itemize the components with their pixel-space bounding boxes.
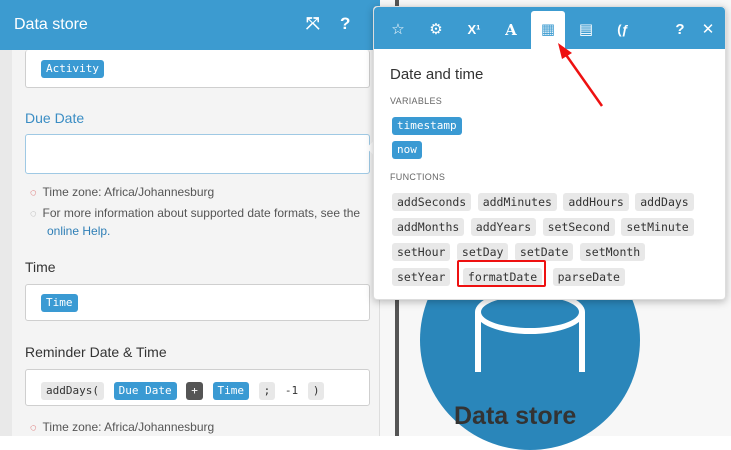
due-date-label: Due Date bbox=[25, 110, 85, 126]
time-label: Time bbox=[25, 259, 56, 275]
reminder-formula: addDays( Due Date + Time ; -1 ) bbox=[41, 379, 325, 400]
formula-plus-operator[interactable]: + bbox=[186, 382, 203, 400]
star-icon[interactable]: ☆ bbox=[381, 11, 415, 49]
due-date-input[interactable] bbox=[25, 134, 370, 174]
function-item[interactable]: addYears bbox=[470, 218, 537, 236]
formula-function-pill[interactable]: addDays( bbox=[41, 382, 104, 400]
function-item[interactable]: setDay bbox=[456, 243, 509, 261]
formula-time-pill[interactable]: Time bbox=[212, 382, 250, 400]
info-note: ◌ For more information about supported da… bbox=[30, 205, 375, 240]
functions-label: FUNCTIONS bbox=[390, 172, 446, 182]
function-icon[interactable]: (ƒ bbox=[606, 11, 640, 49]
functions-list: addSeconds addMinutes addHours addDays a… bbox=[392, 193, 717, 293]
function-item[interactable]: parseDate bbox=[552, 268, 625, 286]
panel-header: Data store ⤧ ? bbox=[0, 0, 380, 50]
reminder-field[interactable]: addDays( Due Date + Time ; -1 ) bbox=[25, 369, 370, 406]
time-pill[interactable]: Time bbox=[41, 294, 78, 312]
formula-close-paren[interactable]: ) bbox=[307, 382, 325, 400]
variable-timestamp[interactable]: timestamp bbox=[392, 117, 462, 135]
close-icon[interactable]: ✕ bbox=[691, 11, 725, 49]
function-item[interactable]: addMonths bbox=[392, 218, 465, 236]
function-item[interactable]: setHour bbox=[392, 243, 451, 261]
popup-title: Date and time bbox=[390, 66, 484, 83]
function-item[interactable]: addMinutes bbox=[477, 193, 557, 211]
expand-icon[interactable]: ⤧ bbox=[306, 14, 320, 34]
clock-icon: ◌ bbox=[30, 422, 37, 434]
function-item[interactable]: setMonth bbox=[579, 243, 646, 261]
function-item[interactable]: addSeconds bbox=[392, 193, 472, 211]
timezone-text: Time zone: Africa/Johannesburg bbox=[42, 185, 215, 199]
formula-due-date-pill[interactable]: Due Date bbox=[113, 382, 177, 400]
timezone-note: ◌ Time zone: Africa/Johannesburg bbox=[30, 185, 214, 199]
function-item[interactable]: addDays bbox=[635, 193, 694, 211]
online-help-link[interactable]: online Help. bbox=[47, 224, 110, 238]
info-icon: ◌ bbox=[30, 208, 37, 220]
module-label: Data store bbox=[454, 402, 577, 430]
text-icon[interactable]: A bbox=[494, 11, 528, 49]
time-field[interactable]: Time bbox=[25, 284, 370, 321]
formula-separator[interactable]: ; bbox=[258, 382, 276, 400]
variables-label: VARIABLES bbox=[390, 96, 443, 106]
function-item[interactable]: setDate bbox=[514, 243, 574, 261]
clock-icon: ◌ bbox=[30, 187, 37, 199]
function-item[interactable]: setMinute bbox=[621, 218, 694, 236]
timezone-note-2: ◌ Time zone: Africa/Johannesburg bbox=[30, 420, 214, 434]
reminder-label: Reminder Date & Time bbox=[25, 344, 167, 360]
help-icon[interactable]: ? bbox=[340, 14, 350, 34]
variable-now[interactable]: now bbox=[392, 141, 422, 159]
activity-pill[interactable]: Activity bbox=[41, 60, 104, 78]
superscript-icon[interactable]: X¹ bbox=[457, 11, 491, 49]
formula-number: -1 bbox=[284, 384, 299, 397]
annotation-arrow-icon bbox=[558, 43, 604, 107]
panel-title: Data store bbox=[14, 16, 88, 33]
module-settings-panel: Data store ⤧ ? Activity Due Date ◌ Time z… bbox=[0, 0, 380, 436]
activity-field[interactable]: Activity bbox=[25, 50, 370, 88]
function-item[interactable]: setSecond bbox=[542, 218, 615, 236]
scrollbar-track[interactable] bbox=[0, 50, 12, 436]
gear-icon[interactable]: ⚙ bbox=[419, 11, 453, 49]
function-item[interactable]: setYear bbox=[392, 268, 451, 286]
highlight-format-date bbox=[457, 260, 546, 287]
function-item[interactable]: addHours bbox=[563, 193, 629, 211]
timezone-text-2: Time zone: Africa/Johannesburg bbox=[42, 420, 215, 434]
info-text: For more information about supported dat… bbox=[42, 206, 361, 220]
